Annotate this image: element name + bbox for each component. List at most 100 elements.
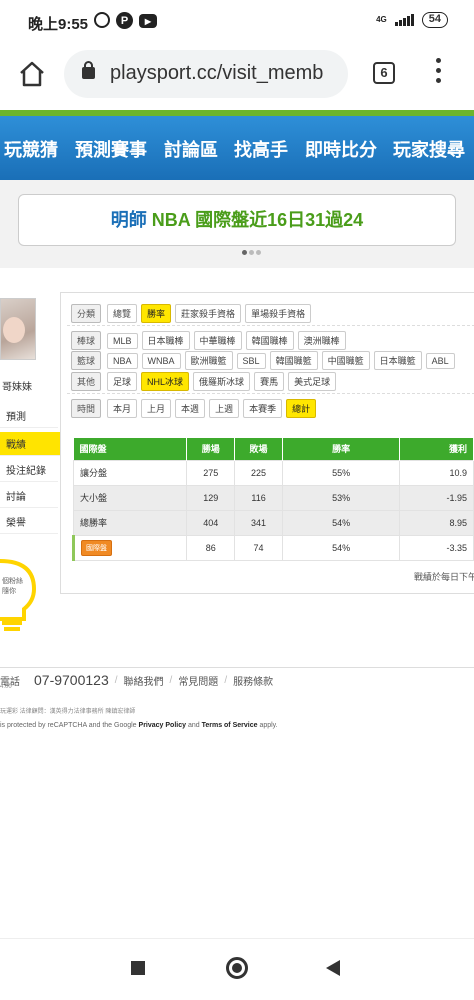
nav-item-experts[interactable]: 找高手 [234, 136, 288, 162]
sidebar-item-label: 榮譽 [6, 518, 26, 529]
privacy-policy-link[interactable]: Privacy Policy [139, 722, 186, 729]
legal-text: 玩運彩 法律顧問：漢英得力法律事務所 陳鎮宏律師 [0, 709, 136, 715]
footer-divider [0, 667, 474, 668]
network-type: 4G [376, 15, 387, 24]
filter-row-category: 分類 總覽 勝率 莊家殺手資格 單場殺手資格 [71, 304, 312, 323]
filter-chip[interactable]: 日本職棒 [141, 331, 190, 350]
cell-loss: 74 [234, 534, 283, 561]
recaptcha-notice: is protected by reCAPTCHA and the Google… [0, 722, 278, 729]
cell-rate: 54% [281, 509, 401, 536]
filter-row-other: 其他 足球 NHL冰球 俄羅斯冰球 賽馬 美式足球 [71, 372, 337, 391]
filter-chip-winrate[interactable]: 勝率 [141, 304, 172, 323]
row-label: 國際盤 [71, 534, 188, 561]
filter-chip[interactable]: 賽馬 [254, 372, 285, 391]
filter-chip-nhl[interactable]: NHL冰球 [141, 372, 190, 391]
avatar[interactable] [0, 298, 36, 360]
filter-chip[interactable]: MLB [107, 332, 138, 349]
filter-row-basketball: 籃球 NBA WNBA 歐洲職籃 SBL 韓國職籃 中國職籃 日本職籃 ABL [71, 351, 455, 370]
status-bar: 晚上9:55 P ▶ 4G 54 [0, 0, 474, 44]
filter-chip[interactable]: 澳洲職棒 [297, 331, 346, 350]
browser-toolbar: playsport.cc/visit_memb 6 [0, 44, 474, 110]
table-row: 總勝率 404 341 54% 8.95 [72, 509, 474, 536]
filter-label: 分類 [71, 304, 102, 323]
cell-profit: -1.95 [399, 484, 474, 511]
cell-win: 86 [186, 534, 236, 561]
filter-chip[interactable]: 中國職籃 [321, 351, 370, 370]
filter-label: 籃球 [71, 351, 102, 370]
filter-chip[interactable]: 美式足球 [288, 372, 337, 391]
filter-chip[interactable]: ABL [425, 352, 455, 369]
nav-item-forum[interactable]: 討論區 [164, 136, 218, 162]
home-icon[interactable] [18, 60, 46, 88]
filter-chip[interactable]: 韓國職籃 [269, 351, 318, 370]
nav-item-guess[interactable]: 玩競猜 [4, 136, 58, 162]
update-note: 戰績於每日下午 [414, 572, 474, 582]
col-header: 獲利 [399, 438, 474, 460]
footer-link-terms[interactable]: 服務條款 [233, 673, 273, 688]
overflow-menu-icon[interactable] [430, 58, 446, 88]
col-header: 勝率 [282, 438, 401, 460]
cell-loss: 341 [234, 509, 283, 536]
service-hours: 4:00 [0, 684, 12, 690]
footer-contact: 電話 07-9700123 / 聯絡我們 / 常見問題 / 服務條款 [0, 672, 274, 688]
filter-chip[interactable]: NBA [107, 352, 138, 369]
filter-chip[interactable]: 上週 [209, 399, 240, 418]
phone-number[interactable]: 07-9700123 [34, 672, 109, 688]
filter-chip[interactable]: 本月 [107, 399, 138, 418]
sidebar-item-discussion[interactable]: 討論 [0, 484, 58, 508]
filter-chip[interactable]: 韓國職棒 [245, 331, 294, 350]
footer-link-contact[interactable]: 聯絡我們 [124, 673, 164, 688]
nav-item-player-search[interactable]: 玩家搜尋 [393, 136, 465, 162]
record-table: 國際盤 勝場 敗場 勝率 獲利 讓分盤 275 225 55% 10.9 大小盤… [71, 438, 474, 561]
filter-chip[interactable]: 上月 [141, 399, 172, 418]
filter-chip[interactable]: 本賽季 [243, 399, 283, 418]
nav-item-live-score[interactable]: 即時比分 [305, 136, 377, 162]
cell-profit: -3.35 [399, 534, 474, 561]
sidebar-item-predict[interactable]: 預測 [0, 404, 58, 428]
filter-label: 棒球 [71, 331, 102, 350]
youtube-icon: ▶ [139, 14, 157, 28]
filter-chip-bookie-killer[interactable]: 莊家殺手資格 [175, 304, 242, 323]
alarm-icon [94, 12, 110, 28]
sidebar-item-label: 戰績 [6, 440, 26, 451]
row-label: 讓分盤 [72, 459, 188, 486]
back-icon[interactable] [326, 960, 340, 976]
filter-chip[interactable]: WNBA [141, 352, 181, 369]
recents-icon[interactable] [131, 961, 145, 975]
col-header: 敗場 [234, 438, 283, 460]
nav-item-predict[interactable]: 預測賽事 [75, 136, 147, 162]
parking-app-icon: P [116, 12, 133, 29]
cell-profit: 10.9 [399, 459, 474, 486]
url-text[interactable]: playsport.cc/visit_memb [110, 62, 338, 85]
sidebar-item-honor[interactable]: 榮譽 [0, 510, 58, 534]
terms-link[interactable]: Terms of Service [202, 722, 258, 729]
banner-tipster: 明師 [110, 210, 152, 230]
filter-chip[interactable]: 足球 [107, 372, 138, 391]
sidebar-item-record[interactable]: 戰績 [0, 432, 70, 456]
filter-chip[interactable]: SBL [236, 352, 266, 369]
table-row: 讓分盤 275 225 55% 10.9 [72, 459, 474, 486]
filter-chip[interactable]: 日本職籃 [373, 351, 422, 370]
row-badge[interactable]: 國際盤 [81, 539, 112, 556]
table-row: 國際盤 86 74 54% -3.35 [71, 534, 474, 561]
tab-switcher-button[interactable]: 6 [373, 62, 395, 84]
filter-chip-overview[interactable]: 總覽 [107, 304, 138, 323]
filter-chip[interactable]: 俄羅斯冰球 [193, 372, 251, 391]
bulb-text-fans: 個粉絲 [2, 578, 23, 585]
cell-rate: 53% [281, 484, 401, 511]
address-bar[interactable]: playsport.cc/visit_memb [64, 50, 348, 98]
col-header: 勝場 [186, 438, 236, 460]
home-circle-icon[interactable] [226, 957, 248, 979]
filter-chip[interactable]: 中華職棒 [193, 331, 242, 350]
footer-link-faq[interactable]: 常見問題 [178, 673, 218, 688]
filter-chip[interactable]: 本週 [175, 399, 206, 418]
sidebar-item-bets[interactable]: 投注紀錄 [0, 458, 58, 482]
row-label: 總勝率 [72, 509, 188, 536]
filter-chip-total[interactable]: 總計 [286, 399, 317, 418]
banner-area: 明師 NBA 國際盤近16日31過24 [0, 180, 474, 268]
filter-chip-single-killer[interactable]: 單場殺手資格 [245, 304, 312, 323]
filter-chip[interactable]: 歐洲職籃 [184, 351, 233, 370]
carousel-dots[interactable] [242, 250, 261, 255]
promo-banner[interactable]: 明師 NBA 國際盤近16日31過24 [18, 194, 456, 246]
table-header-row: 國際盤 勝場 敗場 勝率 獲利 [73, 438, 474, 460]
